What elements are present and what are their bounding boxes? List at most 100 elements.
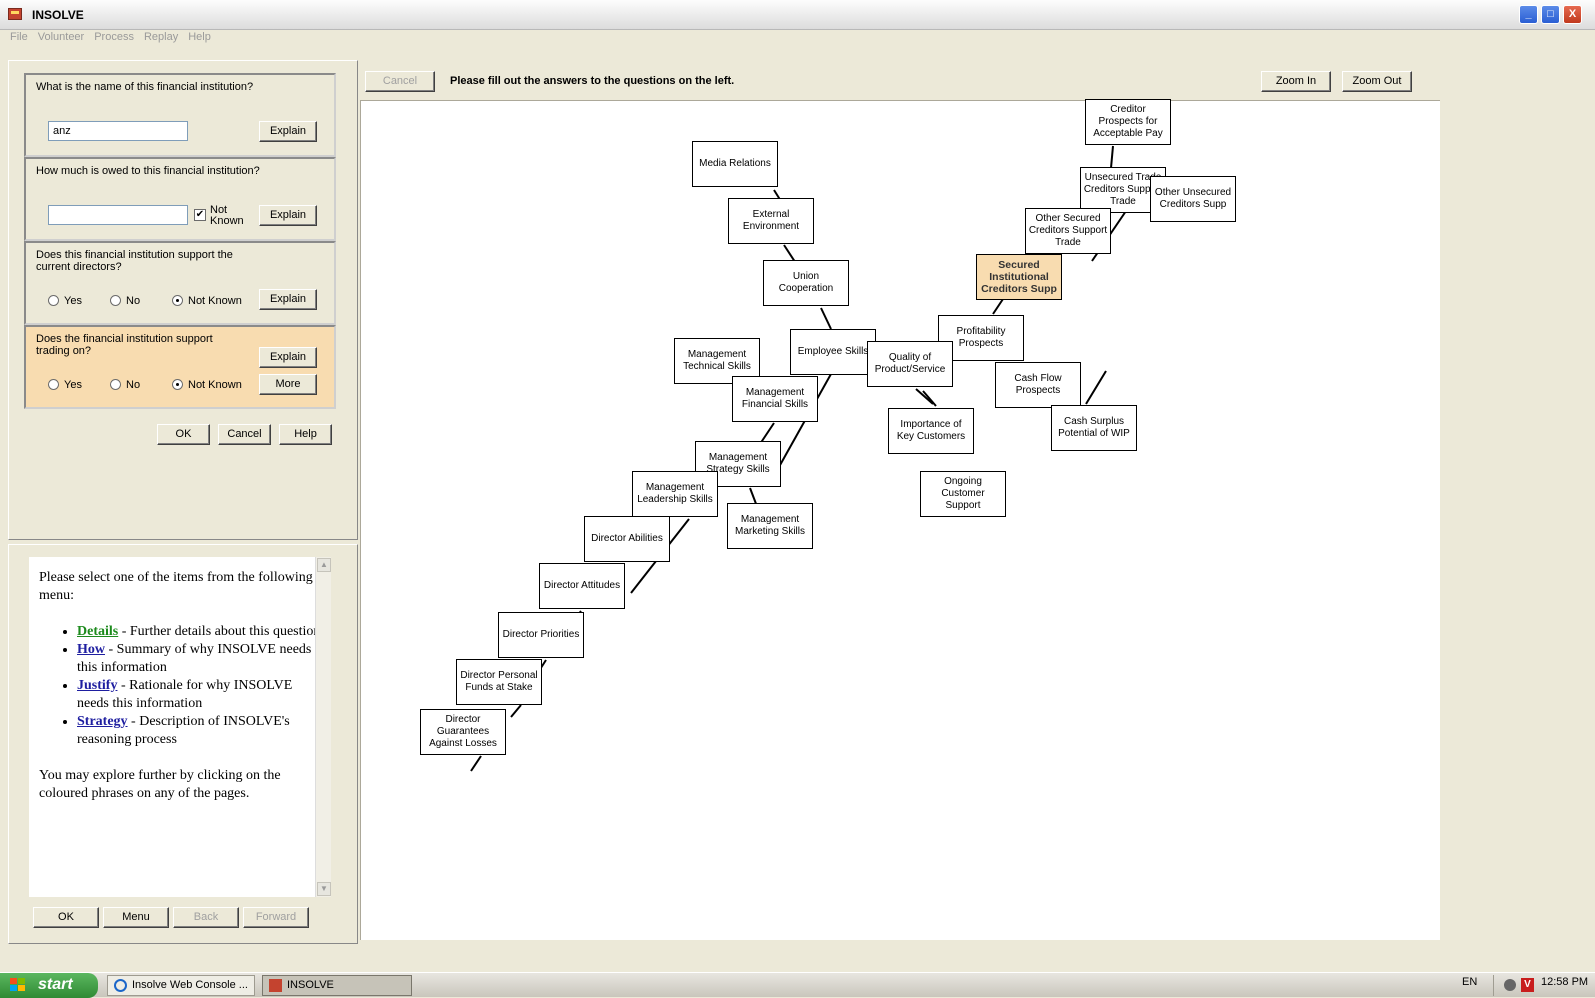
menu-file[interactable]: File <box>10 28 28 46</box>
node-director-priorities[interactable]: Director Priorities <box>498 612 584 658</box>
menu-process[interactable]: Process <box>94 28 134 46</box>
node-other-unsecured-creditors[interactable]: Other Unsecured Creditors Supp <box>1150 176 1236 222</box>
node-external-environment[interactable]: External Environment <box>728 198 814 244</box>
justify-link[interactable]: Justify <box>77 678 117 693</box>
task-insolve-web-console[interactable]: Insolve Web Console ... <box>107 975 255 996</box>
radio-label: Yes <box>64 379 82 391</box>
node-director-abilities[interactable]: Director Abilities <box>584 516 670 562</box>
language-indicator[interactable]: EN <box>1462 976 1477 988</box>
graph-link <box>1085 370 1107 405</box>
node-director-funds[interactable]: Director Personal Funds at Stake <box>456 659 542 705</box>
radio-dot <box>48 379 59 390</box>
task-label: INSOLVE <box>287 979 334 991</box>
graph-panel: Cancel Please fill out the answers to th… <box>360 68 1440 941</box>
minimize-button[interactable]: _ <box>1519 5 1538 24</box>
node-quality-of-product[interactable]: Quality of Product/Service <box>867 341 953 387</box>
ok-button[interactable]: OK <box>157 424 210 445</box>
explain-button[interactable]: Explain <box>259 205 317 226</box>
system-tray: V 12:58 PM <box>1493 975 1595 996</box>
institution-name-input[interactable]: anz <box>48 121 188 141</box>
radio-label: Yes <box>64 295 82 307</box>
help-button[interactable]: Help <box>279 424 332 445</box>
help-forward-button[interactable]: Forward <box>243 907 309 928</box>
graph-cancel-button[interactable]: Cancel <box>365 71 435 92</box>
node-management-financial-skills[interactable]: Management Financial Skills <box>732 376 818 422</box>
clock: 12:58 PM <box>1541 976 1589 988</box>
node-director-attitudes[interactable]: Director Attitudes <box>539 563 625 609</box>
antivirus-icon[interactable]: V <box>1521 978 1534 992</box>
radio-no[interactable]: No <box>110 295 140 308</box>
graph-link <box>820 307 832 330</box>
zoom-in-button[interactable]: Zoom In <box>1261 71 1331 92</box>
node-media-relations[interactable]: Media Relations <box>692 141 778 187</box>
details-link[interactable]: Details <box>77 624 118 639</box>
node-ongoing-customer-support[interactable]: Ongoing Customer Support <box>920 471 1006 517</box>
strategy-link[interactable]: Strategy <box>77 714 128 729</box>
question-amount-owed: How much is owed to this financial insti… <box>24 157 336 241</box>
scroll-up-icon[interactable]: ▲ <box>317 558 331 572</box>
radio-not-known[interactable]: Not Known <box>172 379 242 392</box>
node-union-cooperation[interactable]: Union Cooperation <box>763 260 849 306</box>
radio-yes[interactable]: Yes <box>48 379 82 392</box>
question-text: Does the financial institution support t… <box>36 333 213 357</box>
question-panel: What is the name of this financial insti… <box>8 60 358 540</box>
start-button[interactable]: start <box>0 973 98 998</box>
start-label: start <box>38 976 73 993</box>
cancel-button[interactable]: Cancel <box>218 424 271 445</box>
node-employee-skills[interactable]: Employee Skills <box>790 329 876 375</box>
menu-replay[interactable]: Replay <box>144 28 178 46</box>
node-cash-flow-prospects[interactable]: Cash Flow Prospects <box>995 362 1081 408</box>
help-ok-button[interactable]: OK <box>33 907 99 928</box>
list-item: Strategy - Description of INSOLVE's reas… <box>77 713 321 749</box>
help-menu-button[interactable]: Menu <box>103 907 169 928</box>
explain-button[interactable]: Explain <box>259 121 317 142</box>
question-institution-name: What is the name of this financial insti… <box>24 73 336 157</box>
menu-bar: File Volunteer Process Replay Help <box>0 28 1595 46</box>
network-icon[interactable] <box>1504 979 1516 991</box>
radio-dot <box>110 295 121 306</box>
radio-no[interactable]: No <box>110 379 140 392</box>
amount-owed-input[interactable] <box>48 205 188 225</box>
menu-volunteer[interactable]: Volunteer <box>38 28 84 46</box>
help-intro: Please select one of the items from the … <box>39 570 313 603</box>
node-director-guarantees[interactable]: Director Guarantees Against Losses <box>420 709 506 755</box>
radio-label: Not Known <box>188 295 242 307</box>
node-management-leadership-skills[interactable]: Management Leadership Skills <box>632 471 718 517</box>
explain-button[interactable]: Explain <box>259 347 317 368</box>
close-button[interactable]: X <box>1563 5 1582 24</box>
node-management-marketing-skills[interactable]: Management Marketing Skills <box>727 503 813 549</box>
graph-links <box>470 145 1127 772</box>
radio-dot <box>48 295 59 306</box>
radio-dot <box>172 379 183 390</box>
node-other-secured-creditors[interactable]: Other Secured Creditors Support Trade <box>1025 208 1111 254</box>
node-cash-surplus-potential[interactable]: Cash Surplus Potential of WIP <box>1051 405 1137 451</box>
radio-dot <box>110 379 121 390</box>
help-content: Please select one of the items from the … <box>29 557 331 897</box>
app-icon <box>8 8 22 20</box>
explain-button[interactable]: Explain <box>259 289 317 310</box>
radio-not-known[interactable]: Not Known <box>172 295 242 308</box>
help-scrollbar[interactable]: ▲ ▼ <box>315 557 331 897</box>
list-item: Details - Further details about this que… <box>77 623 321 641</box>
node-creditor-prospects[interactable]: Creditor Prospects for Acceptable Pay <box>1085 99 1171 145</box>
restore-button[interactable]: □ <box>1541 5 1560 24</box>
radio-label: Not Known <box>188 379 242 391</box>
taskbar: start Insolve Web Console ... INSOLVE EN… <box>0 972 1595 998</box>
menu-help[interactable]: Help <box>188 28 211 46</box>
task-insolve[interactable]: INSOLVE <box>262 975 412 996</box>
zoom-out-button[interactable]: Zoom Out <box>1342 71 1412 92</box>
node-importance-key-customers[interactable]: Importance of Key Customers <box>888 408 974 454</box>
radio-label: No <box>126 295 141 307</box>
not-known-checkbox[interactable]: ✔ <box>194 209 206 221</box>
node-secured-institutional-creditors[interactable]: Secured Institutional Creditors Supp <box>976 254 1062 300</box>
more-button[interactable]: More <box>259 374 317 395</box>
how-link[interactable]: How <box>77 642 105 657</box>
graph-link <box>1110 145 1114 169</box>
window-title: INSOLVE <box>32 8 84 22</box>
radio-yes[interactable]: Yes <box>48 295 82 308</box>
graph-link <box>922 390 937 407</box>
windows-logo-icon <box>10 978 26 992</box>
scroll-down-icon[interactable]: ▼ <box>317 882 331 896</box>
browser-icon <box>114 979 127 992</box>
help-back-button[interactable]: Back <box>173 907 239 928</box>
